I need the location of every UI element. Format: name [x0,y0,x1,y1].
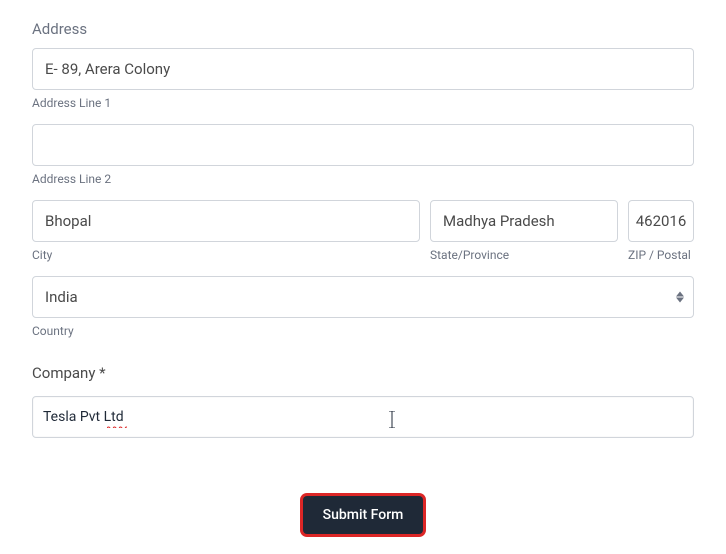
country-select-wrapper: India [32,276,694,318]
company-input-wrap [32,396,694,438]
city-group: City [32,200,420,262]
address-line1-input[interactable] [32,48,694,90]
submit-form-button[interactable]: Submit Form [303,496,424,534]
country-sublabel: Country [32,324,694,338]
address-line2-sublabel: Address Line 2 [32,172,694,186]
state-group: State/Province [430,200,618,262]
address-line2-input[interactable] [32,124,694,166]
company-label: Company * [32,364,694,382]
zip-group: ZIP / Postal [628,200,694,262]
city-input[interactable] [32,200,420,242]
submit-wrap: Submit Form [32,496,694,534]
state-input[interactable] [430,200,618,242]
country-select[interactable]: India [32,276,694,318]
company-input[interactable] [32,396,694,438]
address-section: Address Address Line 1 Address Line 2 Ci… [32,20,694,338]
address-section-label: Address [32,20,694,38]
state-sublabel: State/Province [430,248,618,262]
address-line2-group: Address Line 2 [32,124,694,186]
company-section: Company * [32,364,694,438]
zip-sublabel: ZIP / Postal [628,248,694,262]
address-line1-group: Address Line 1 [32,48,694,110]
address-line1-sublabel: Address Line 1 [32,96,694,110]
city-sublabel: City [32,248,420,262]
zip-input[interactable] [628,200,694,242]
country-group: India Country [32,276,694,338]
city-state-zip-row: City State/Province ZIP / Postal [32,200,694,262]
